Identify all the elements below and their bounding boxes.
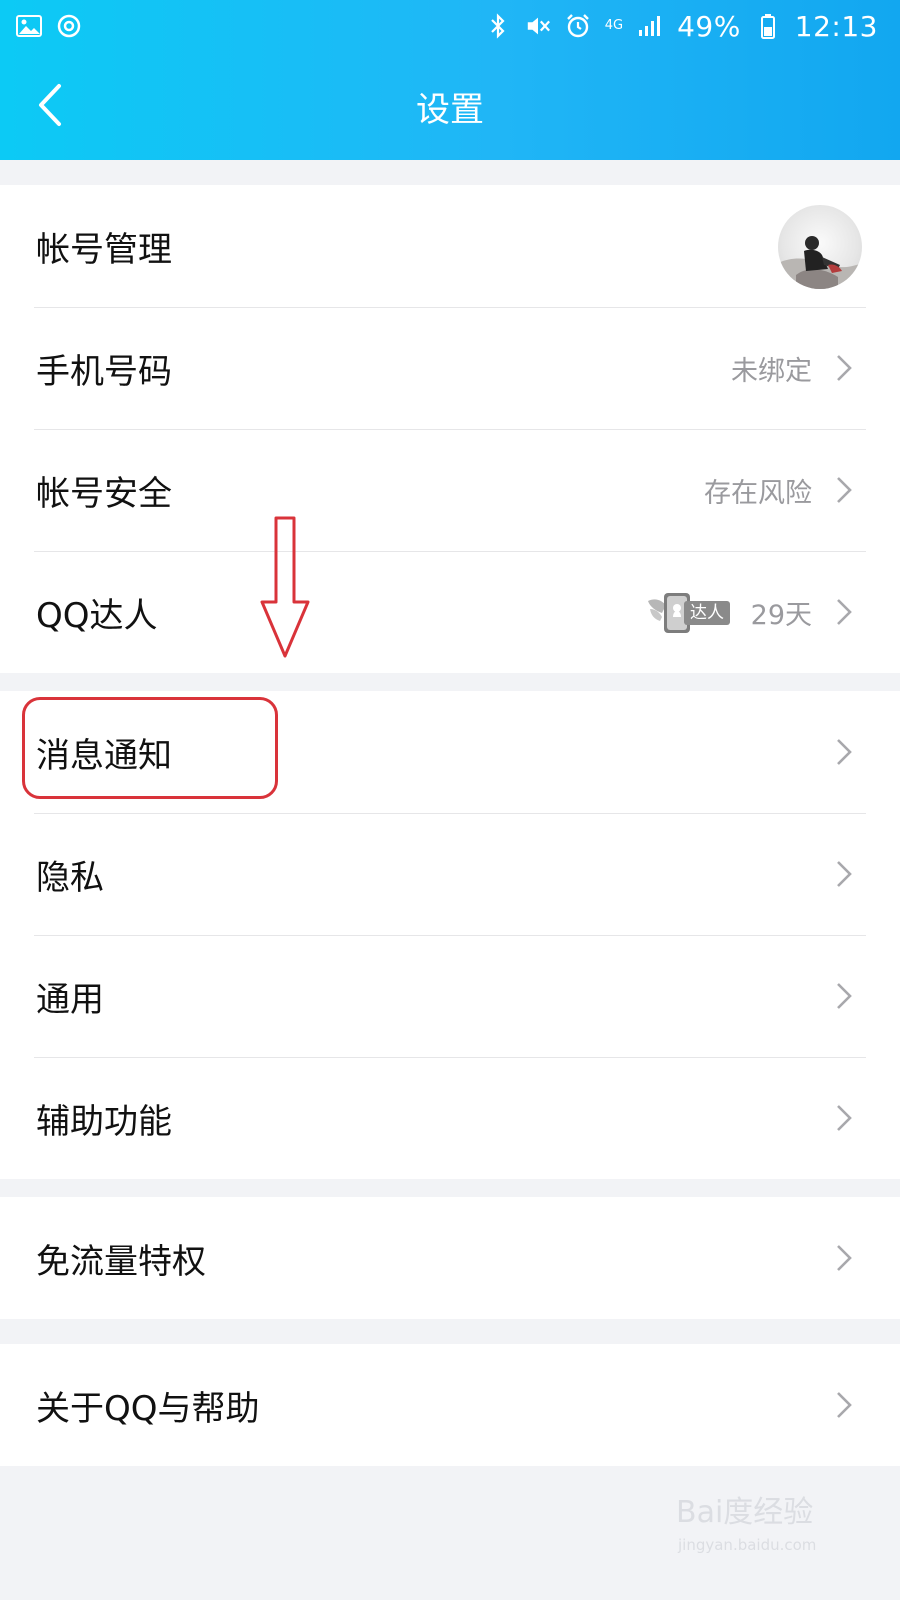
row-phone-number[interactable]: 手机号码 未绑定 (0, 307, 900, 429)
chevron-right-icon (834, 982, 854, 1010)
mute-vibrate-icon (525, 13, 551, 39)
row-qq-expert[interactable]: QQ达人 达人 29天 (0, 551, 900, 673)
clock: 12:13 (794, 9, 878, 43)
chevron-right-icon (834, 354, 854, 382)
chevron-right-icon (834, 1104, 854, 1132)
row-label: 手机号码 (36, 351, 172, 392)
chevron-right-icon (834, 738, 854, 766)
row-general[interactable]: 通用 (0, 935, 900, 1057)
gallery-icon (16, 13, 42, 39)
settings-group-account: 帐号管理 手机号码 未绑定 帐号安全 存在风险 QQ达人 达人 29天 (0, 185, 900, 673)
settings-group-about: 关于QQ与帮助 (0, 1344, 900, 1466)
battery-icon (755, 13, 781, 39)
row-label: 通用 (36, 979, 104, 1020)
row-label: QQ达人 (36, 595, 158, 636)
annotation-highlight-box (22, 697, 278, 799)
row-label: 关于QQ与帮助 (36, 1388, 260, 1429)
avatar (778, 205, 862, 289)
row-label: 帐号管理 (36, 229, 172, 270)
row-value: 未绑定 (731, 355, 812, 387)
status-bar: 4G 49% 12:13 (0, 0, 900, 52)
sync-icon (56, 13, 82, 39)
chevron-right-icon (834, 476, 854, 504)
bluetooth-icon (485, 13, 511, 39)
row-free-data-privilege[interactable]: 免流量特权 (0, 1197, 900, 1319)
chevron-right-icon (834, 598, 854, 626)
row-label: 辅助功能 (36, 1101, 172, 1142)
battery-percent: 49% (677, 9, 741, 43)
network-type: 4G (604, 18, 624, 33)
row-about-qq-help[interactable]: 关于QQ与帮助 (0, 1344, 900, 1466)
row-label: 免流量特权 (36, 1241, 206, 1282)
signal-icon (637, 13, 663, 39)
row-label: 隐私 (36, 857, 104, 898)
row-value: 存在风险 (704, 477, 812, 509)
chevron-right-icon (834, 860, 854, 888)
row-account-management[interactable]: 帐号管理 (0, 185, 900, 307)
settings-group-data-privilege: 免流量特权 (0, 1197, 900, 1319)
status-left (16, 13, 82, 39)
page-title: 设置 (416, 90, 484, 130)
watermark-url: jingyan.baidu.com (677, 1536, 816, 1554)
nav-bar: 设置 (0, 52, 900, 160)
annotation-down-arrow (260, 516, 310, 658)
baidu-jingyan-watermark: Bai度经验 jingyan.baidu.com (676, 1495, 816, 1554)
header-bar: 4G 49% 12:13 设置 (0, 0, 900, 160)
row-accessibility[interactable]: 辅助功能 (0, 1057, 900, 1179)
row-account-security[interactable]: 帐号安全 存在风险 (0, 429, 900, 551)
status-right: 4G 49% 12:13 (485, 10, 878, 43)
row-value: 29天 (750, 599, 812, 631)
watermark-brand: Bai度经验 (676, 1495, 813, 1530)
expert-badge: 达人 (646, 587, 752, 637)
alarm-icon (565, 13, 591, 39)
row-label: 帐号安全 (36, 473, 172, 514)
chevron-right-icon (834, 1244, 854, 1272)
badge-label: 达人 (684, 601, 730, 625)
chevron-right-icon (834, 1391, 854, 1419)
row-privacy[interactable]: 隐私 (0, 813, 900, 935)
